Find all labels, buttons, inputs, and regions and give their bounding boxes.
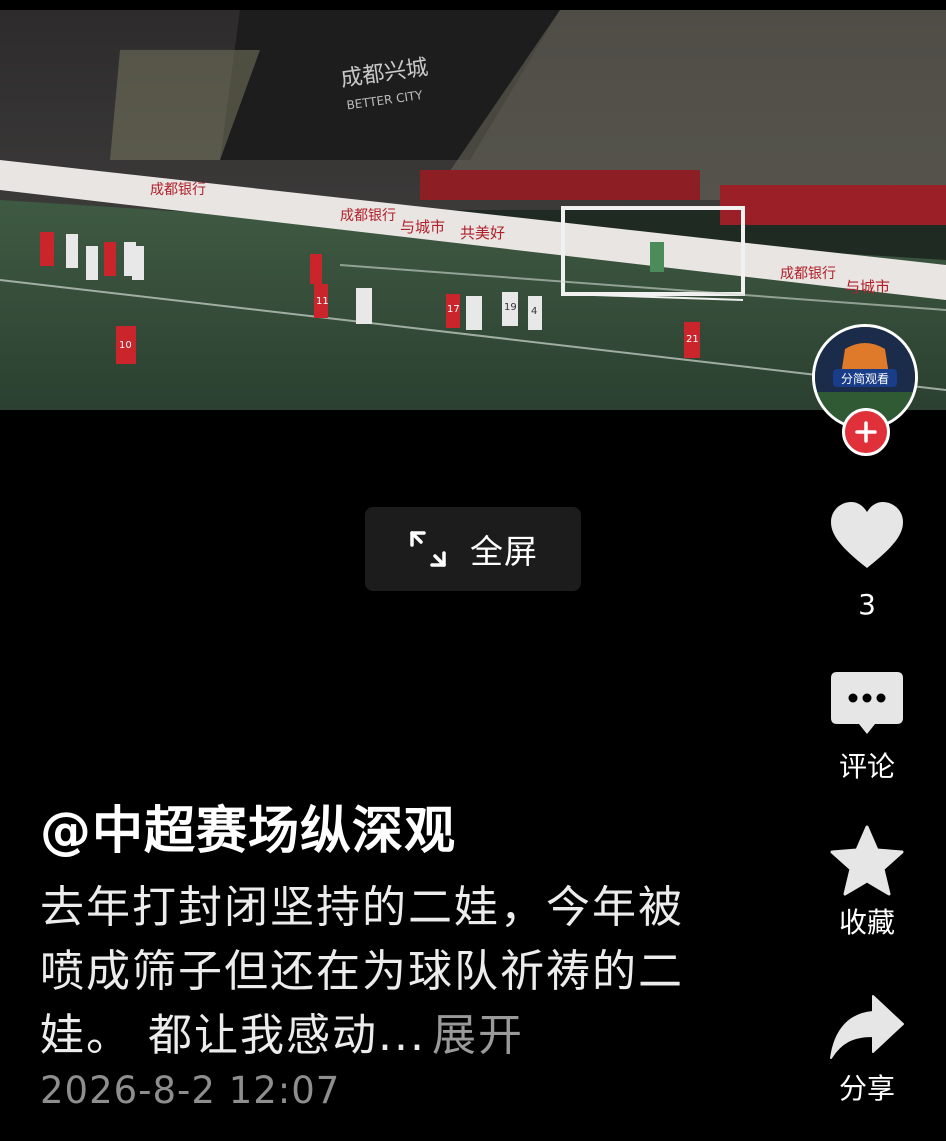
like-button[interactable]: 3 [812,500,922,622]
ad-board-text: 与城市 [845,278,890,296]
share-button[interactable]: 分享 [812,990,922,1106]
player-number: 10 [119,340,132,351]
ad-board-text: 成都银行 [150,182,206,198]
share-label: 分享 [838,1072,895,1105]
ad-board-text: 成都银行 [340,208,396,224]
favorite-label: 收藏 [838,906,895,939]
player-number: 11 [316,296,329,307]
share-arrow-icon [830,995,904,1059]
star-icon [830,825,904,896]
comment-label: 评论 [838,750,895,783]
like-count: 3 [858,588,876,621]
avatar-text: 分简观看 [841,372,889,386]
player-number: 21 [686,334,699,345]
follow-button[interactable] [842,408,890,456]
post-date: 2026-8-2 12:07 [40,1069,341,1112]
favorite-button[interactable]: 收藏 [812,824,922,940]
video-still: 成都银行 成都银行 与城市 共美好 成都银行 与城市 成都兴城 BETTER C… [0,10,946,410]
caption-text: 去年打封闭坚持的二娃，今年被喷成筛子但还在为球队祈祷的二娃。 都让我感动... [40,882,684,1061]
video-player[interactable]: 成都银行 成都银行 与城市 共美好 成都银行 与城市 成都兴城 BETTER C… [0,10,946,410]
ad-board-text: 共美好 [460,224,505,242]
player-number: 17 [447,304,460,315]
post-caption: 去年打封闭坚持的二娃，今年被喷成筛子但还在为球队祈祷的二娃。 都让我感动... 展… [40,876,720,1068]
fullscreen-button[interactable]: 全屏 [365,507,581,591]
speech-bubble-icon [831,672,903,734]
account-avatar-group[interactable]: 分简观看 [812,324,922,459]
plus-icon [855,421,877,443]
ad-board-text: 成都银行 [780,266,836,282]
ad-board-text: 与城市 [400,218,445,236]
player-number: 19 [504,302,517,313]
heart-icon [831,502,903,568]
player-number: 4 [531,306,537,317]
author-handle[interactable]: @中超赛场纵深观 [40,800,456,864]
comment-button[interactable]: 评论 [812,668,922,784]
expand-link[interactable]: 展开 [432,1010,524,1061]
fullscreen-label: 全屏 [470,532,538,571]
expand-arrows-icon [410,531,446,567]
